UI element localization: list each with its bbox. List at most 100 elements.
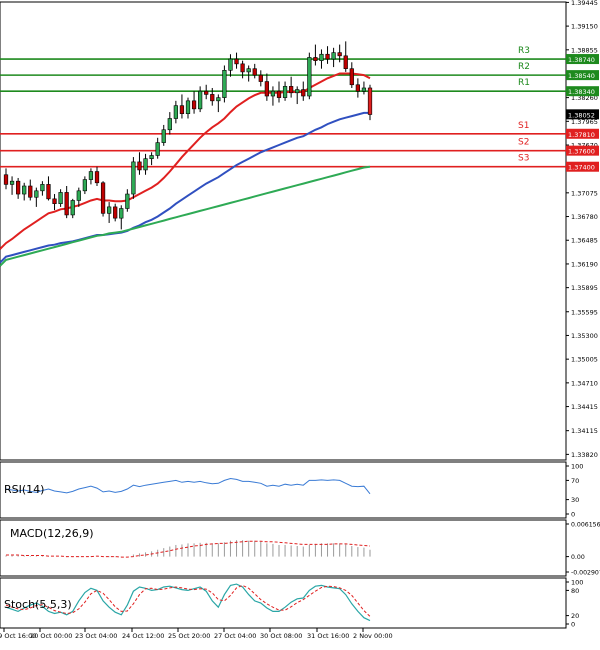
- price-tick-label: 1.35595: [571, 308, 598, 316]
- candle-body: [355, 84, 360, 92]
- candle-body: [313, 57, 318, 61]
- macd-tick-label: -0.002907: [571, 570, 600, 577]
- candle-body: [46, 184, 51, 200]
- level-name-s2: S2: [518, 138, 529, 148]
- forex-chart: 1.39445 1.39150 1.38855 1.38260 1.37965 1.376…: [0, 0, 600, 646]
- stoch-tick-label: 20: [571, 612, 579, 620]
- price-tick-label: 1.39445: [571, 0, 598, 7]
- candle-body: [204, 90, 209, 95]
- macd-tick-label: 0.006156: [571, 522, 600, 529]
- rsi-label: RSI(14): [4, 483, 44, 496]
- candle-body: [331, 52, 336, 60]
- price-tick-label: 1.39150: [571, 23, 598, 31]
- candle-body: [94, 171, 100, 184]
- price-tick-label: 1.33820: [571, 451, 598, 459]
- level-name-s3: S3: [518, 154, 529, 164]
- candle-body: [240, 63, 245, 73]
- candle-body: [325, 53, 330, 60]
- level-name-r1: R1: [518, 78, 530, 88]
- candle-body: [246, 68, 251, 73]
- level-price-label: 1.38740: [568, 56, 595, 64]
- candle-body: [40, 184, 45, 192]
- candle-body: [125, 193, 130, 209]
- price-tick-label: 1.38855: [571, 46, 598, 54]
- stoch-tick-label: 100: [571, 579, 583, 587]
- rsi-tick-label: 0: [571, 511, 575, 519]
- stoch-tick-label: 0: [571, 621, 575, 629]
- time-tick-label: 24 Oct 12:00: [122, 632, 164, 640]
- candle-body: [143, 158, 148, 171]
- candle-body: [198, 90, 203, 110]
- candle-body: [100, 182, 106, 214]
- candle-body: [295, 89, 300, 94]
- candle-body: [155, 142, 160, 156]
- candle-body: [252, 68, 257, 76]
- level-price-label: 1.38540: [568, 72, 595, 80]
- candle-body: [367, 87, 373, 115]
- time-tick-label: 30 Oct 08:00: [260, 632, 302, 640]
- candle-body: [276, 90, 282, 98]
- price-tick-label: 1.37075: [571, 189, 598, 197]
- rsi-tick-label: 100: [571, 463, 583, 471]
- level-price-label: 1.38340: [568, 88, 595, 96]
- candle-body: [64, 192, 69, 216]
- price-tick-label: 1.36485: [571, 237, 598, 245]
- candle-body: [119, 208, 124, 219]
- candle-body: [88, 171, 94, 180]
- candle-body: [282, 86, 288, 98]
- price-tick-label: 1.34710: [571, 379, 598, 387]
- candle-body: [137, 161, 142, 171]
- candle-body: [173, 105, 178, 119]
- candle-body: [3, 174, 9, 185]
- candle-body: [222, 69, 227, 98]
- candle-body: [113, 206, 118, 219]
- candle-body: [301, 89, 306, 97]
- candle-body: [82, 179, 87, 192]
- level-name-s1: S1: [518, 121, 529, 131]
- stoch-tick-label: 80: [571, 587, 579, 595]
- price-tick-label: 1.36190: [571, 260, 598, 268]
- level-price-label: 1.37400: [568, 164, 595, 172]
- level-price-label: 1.37600: [568, 148, 595, 156]
- macd-tick-label: 0.00: [571, 554, 585, 561]
- stoch-label: Stoch(5,5,3): [4, 598, 72, 611]
- candle-body: [9, 180, 15, 185]
- price-tick-label: 1.35895: [571, 284, 598, 292]
- level-price-label: 1.37810: [568, 131, 595, 139]
- candle-body: [131, 161, 136, 195]
- candle-body: [161, 129, 166, 143]
- candle-body: [216, 97, 221, 102]
- candle-body: [343, 55, 348, 69]
- time-tick-label: 27 Oct 04:00: [214, 632, 256, 640]
- candle-body: [361, 87, 367, 92]
- candle-body: [34, 190, 39, 198]
- candle-body: [22, 185, 27, 195]
- level-name-r3: R3: [518, 46, 530, 56]
- candle-body: [167, 118, 172, 131]
- candle-body: [16, 180, 21, 195]
- candle-body: [258, 74, 263, 82]
- level-name-r2: R2: [518, 62, 530, 72]
- macd-label: MACD(12,26,9): [10, 527, 94, 540]
- candle-body: [270, 90, 276, 97]
- candle-body: [52, 198, 57, 204]
- candle-body: [70, 200, 75, 216]
- candle-body: [307, 57, 312, 97]
- candle-body: [264, 81, 269, 97]
- price-tick-label: 1.35005: [571, 356, 598, 364]
- price-tick-label: 1.34115: [571, 427, 598, 435]
- candle-body: [349, 68, 354, 86]
- candle-body: [185, 100, 191, 114]
- candle-body: [210, 94, 215, 102]
- candle-body: [234, 58, 239, 65]
- candle-body: [76, 190, 81, 201]
- indicator-pane-3: [0, 577, 567, 629]
- price-tick-label: 1.35300: [571, 332, 598, 340]
- time-tick-label: 2 Nov 00:00: [353, 632, 393, 640]
- rsi-tick-label: 30: [571, 496, 579, 504]
- time-tick-label: 25 Oct 20:00: [168, 632, 210, 640]
- current-price-label: 1.38052: [568, 111, 595, 119]
- candle-body: [179, 105, 185, 114]
- chart-canvas: 1.394451.391501.388551.382601.379651.376…: [0, 0, 600, 640]
- indicator-pane-1: [0, 461, 567, 519]
